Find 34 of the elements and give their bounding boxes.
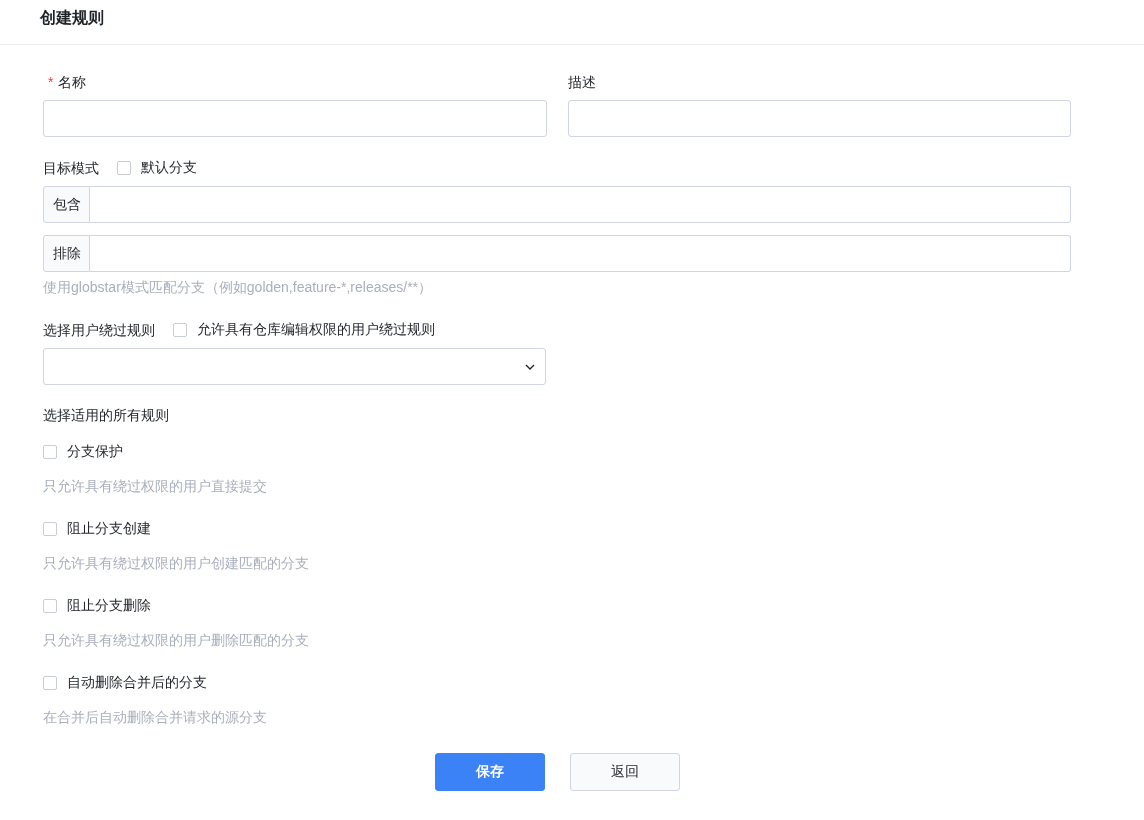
rule-description: 只允许具有绕过权限的用户创建匹配的分支: [43, 554, 309, 573]
exclude-input[interactable]: [90, 235, 1071, 272]
checkbox[interactable]: [43, 599, 57, 613]
save-button[interactable]: 保存: [434, 753, 545, 791]
checkbox-label[interactable]: 分支保护: [67, 443, 123, 461]
field-label: 目标模式: [43, 159, 99, 178]
back-button[interactable]: 返回: [569, 753, 680, 791]
name-input[interactable]: [43, 100, 547, 137]
user-select[interactable]: [43, 348, 546, 385]
input-addon: 排除: [43, 235, 90, 272]
field-label: 描述: [567, 73, 596, 92]
checkbox-label[interactable]: 默认分支: [141, 159, 197, 177]
checkbox[interactable]: [43, 445, 57, 459]
include-input[interactable]: [90, 186, 1071, 223]
rule-description: 只允许具有绕过权限的用户删除匹配的分支: [43, 631, 309, 650]
chevron-down-icon: [525, 363, 535, 370]
description-input[interactable]: [567, 100, 1071, 137]
required-mark: *: [48, 73, 54, 92]
checkbox-label[interactable]: 自动删除合并后的分支: [67, 674, 207, 692]
field-label: 名称: [58, 73, 87, 92]
section-label: 选择适用的所有规则: [43, 406, 169, 425]
field-label: 选择用户绕过规则: [43, 321, 155, 340]
checkbox[interactable]: [117, 161, 131, 175]
rule-description: 只允许具有绕过权限的用户直接提交: [43, 477, 267, 496]
checkbox[interactable]: [43, 522, 57, 536]
checkbox[interactable]: [43, 676, 57, 690]
checkbox-label[interactable]: 允许具有仓库编辑权限的用户绕过规则: [197, 321, 435, 339]
page-title: 创建规则: [40, 8, 104, 28]
checkbox[interactable]: [173, 323, 187, 337]
rule-description: 在合并后自动删除合并请求的源分支: [43, 708, 267, 727]
checkbox-label[interactable]: 阻止分支创建: [67, 520, 151, 538]
hint-text: 使用globstar模式匹配分支（例如golden,feature-*,releases/**）: [43, 278, 433, 297]
checkbox-label[interactable]: 阻止分支删除: [67, 597, 151, 615]
input-addon: 包含: [43, 186, 90, 223]
